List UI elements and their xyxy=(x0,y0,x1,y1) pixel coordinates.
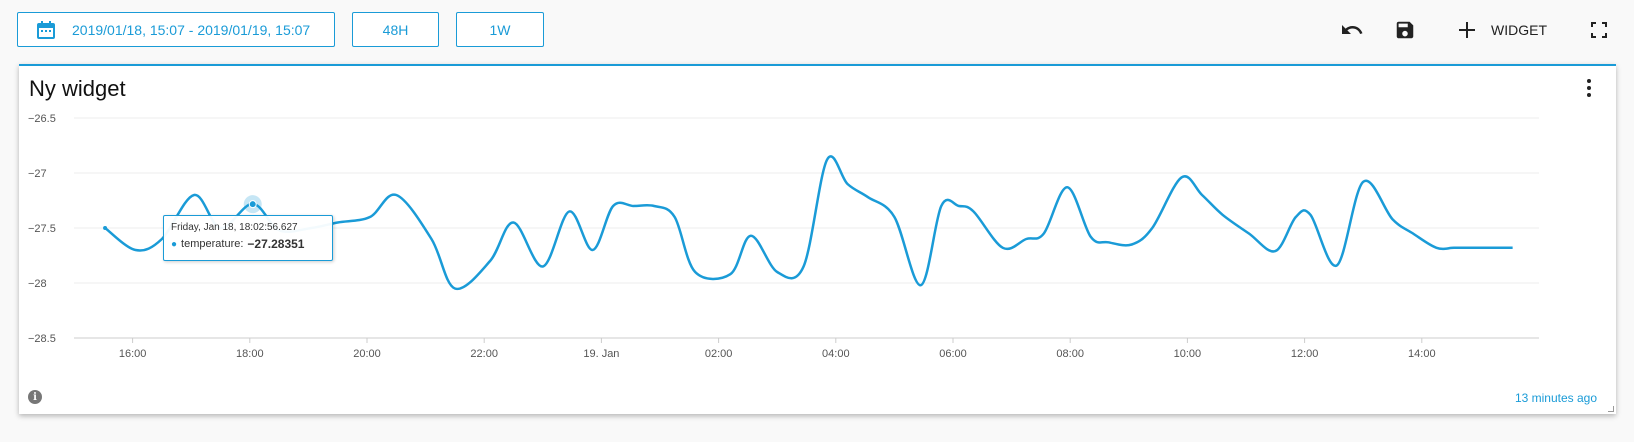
x-tick-label: 20:00 xyxy=(353,348,381,360)
save-icon[interactable] xyxy=(1391,16,1419,44)
chart-widget: Ny widget −26.5 −27 −27.5 −28 −28.5 16:00 18:0… xyxy=(19,64,1616,414)
y-tick-label: −28.5 xyxy=(28,333,56,345)
last-updated-label: 13 minutes ago xyxy=(1514,391,1597,405)
y-tick-label: −26.5 xyxy=(28,113,56,125)
tooltip-date: Friday, Jan 18, 18:02:56.627 xyxy=(171,222,298,233)
y-tick-label: −27.5 xyxy=(28,223,56,235)
plus-icon xyxy=(1453,16,1481,44)
undo-icon[interactable] xyxy=(1338,16,1366,44)
info-icon[interactable]: i xyxy=(28,390,42,404)
tooltip-series-name: temperature: xyxy=(181,238,244,250)
x-tick-label: 14:00 xyxy=(1408,348,1436,360)
chart-tooltip: Friday, Jan 18, 18:02:56.627 ● temperatu… xyxy=(163,215,333,261)
date-range-button[interactable]: 2019/01/18, 15:07 - 2019/01/19, 15:07 xyxy=(17,12,335,47)
x-tick-label: 22:00 xyxy=(470,348,498,360)
resize-handle-icon[interactable] xyxy=(1608,406,1614,412)
x-tick-label: 10:00 xyxy=(1174,348,1202,360)
x-tick-label: 16:00 xyxy=(119,348,147,360)
x-tick-label: 02:00 xyxy=(705,348,733,360)
range-48h-button[interactable]: 48H xyxy=(352,12,439,47)
add-widget-label: WIDGET xyxy=(1491,22,1547,38)
x-tick-label: 06:00 xyxy=(939,348,967,360)
calendar-icon xyxy=(36,20,56,40)
data-point xyxy=(103,226,108,230)
x-tick-label: 12:00 xyxy=(1291,348,1319,360)
y-tick-label: −27 xyxy=(28,168,47,180)
fullscreen-icon[interactable] xyxy=(1585,16,1613,44)
hover-point[interactable] xyxy=(248,200,257,209)
y-tick-label: −28 xyxy=(28,278,47,290)
series-dot-icon: ● xyxy=(171,238,178,250)
add-widget-button[interactable]: WIDGET xyxy=(1453,16,1547,44)
x-tick-label: 04:00 xyxy=(822,348,850,360)
toolbar: 2019/01/18, 15:07 - 2019/01/19, 15:07 48… xyxy=(0,0,1634,64)
x-tick-label: 08:00 xyxy=(1056,348,1084,360)
date-range-label: 2019/01/18, 15:07 - 2019/01/19, 15:07 xyxy=(72,21,311,38)
tooltip-value: −27.28351 xyxy=(247,237,305,251)
x-tick-label: 18:00 xyxy=(236,348,264,360)
range-1w-button[interactable]: 1W xyxy=(456,12,544,47)
x-tick-label: 19. Jan xyxy=(583,348,619,360)
